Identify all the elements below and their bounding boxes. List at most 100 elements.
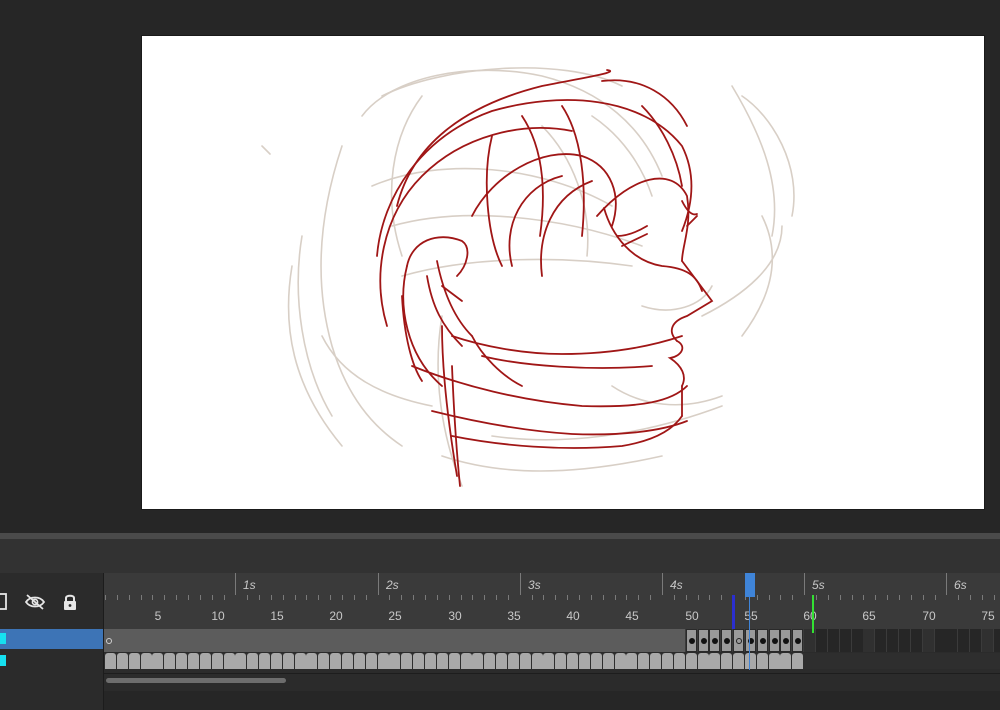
keyframe-cell[interactable]	[567, 653, 578, 669]
keyframe-cell[interactable]	[674, 653, 685, 669]
layer-row-selected[interactable]	[0, 629, 103, 649]
keyframe-cell[interactable]	[212, 653, 223, 669]
keyframe-cell[interactable]	[721, 653, 732, 669]
keyframe-cell[interactable]	[141, 653, 152, 669]
keyframe-cell[interactable]	[615, 653, 626, 669]
keyframe-cell[interactable]	[686, 629, 697, 652]
timeline-ruler[interactable]: 1s2s3s4s5s6s7s51015202530354045505560657…	[104, 573, 1000, 630]
sketch-drawing[interactable]	[142, 36, 984, 509]
keyframe-cell[interactable]	[271, 653, 282, 669]
empty-frame-cell[interactable]	[970, 629, 981, 652]
keyframe-cell[interactable]	[295, 653, 306, 669]
keyframe-cell[interactable]	[780, 629, 791, 652]
keyframe-cell[interactable]	[472, 653, 483, 669]
keyframe-cell[interactable]	[224, 653, 235, 669]
keyframe-cell[interactable]	[449, 653, 460, 669]
keyframe-cell[interactable]	[532, 653, 543, 669]
frames-area[interactable]: 1s2s3s4s5s6s7s51015202530354045505560657…	[104, 573, 1000, 710]
keyframe-cell[interactable]	[757, 653, 768, 669]
keyframe-cell[interactable]	[520, 653, 531, 669]
keyframe-cell[interactable]	[603, 653, 614, 669]
keyframe-cell[interactable]	[769, 629, 780, 652]
keyframe-cell[interactable]	[591, 653, 602, 669]
keyframe-cell[interactable]	[354, 653, 365, 669]
keyframe-cell[interactable]	[745, 629, 756, 652]
frame-span[interactable]	[104, 629, 685, 652]
empty-frame-cell[interactable]	[946, 629, 957, 652]
keyframe-cell[interactable]	[555, 653, 566, 669]
keyframe-cell[interactable]	[769, 653, 780, 669]
playhead[interactable]	[745, 573, 755, 597]
frame-row-layer-2[interactable]	[104, 653, 1000, 669]
keyframe-cell[interactable]	[757, 629, 768, 652]
timeline-scrollbar[interactable]	[104, 673, 1000, 692]
keyframe-cell[interactable]	[247, 653, 258, 669]
keyframe-cell[interactable]	[200, 653, 211, 669]
keyframe-cell[interactable]	[780, 653, 791, 669]
end-frame-marker[interactable]	[812, 595, 814, 633]
keyframe-cell[interactable]	[579, 653, 590, 669]
layer-row[interactable]	[0, 653, 103, 669]
keyframe-cell[interactable]	[318, 653, 329, 669]
keyframe-cell[interactable]	[626, 653, 637, 669]
empty-frame-cell[interactable]	[887, 629, 898, 652]
keyframe-cell[interactable]	[437, 653, 448, 669]
keyframe-cell[interactable]	[188, 653, 199, 669]
empty-frame-cell[interactable]	[828, 629, 839, 652]
keyframe-cell[interactable]	[792, 653, 803, 669]
keyframe-cell[interactable]	[366, 653, 377, 669]
keyframe-cell[interactable]	[117, 653, 128, 669]
keyframe-cell[interactable]	[484, 653, 495, 669]
keyframe-cell[interactable]	[698, 629, 709, 652]
empty-frame-cell[interactable]	[840, 629, 851, 652]
keyframe-cell[interactable]	[496, 653, 507, 669]
keyframe-cell[interactable]	[105, 653, 116, 669]
keyframe-cell[interactable]	[709, 653, 720, 669]
keyframe-cell[interactable]	[152, 653, 163, 669]
empty-frame-cell[interactable]	[911, 629, 922, 652]
empty-frame-cell[interactable]	[816, 629, 827, 652]
empty-frame-cell[interactable]	[875, 629, 886, 652]
keyframe-cell[interactable]	[235, 653, 246, 669]
keyframe-cell[interactable]	[543, 653, 554, 669]
empty-frame-cell[interactable]	[935, 629, 946, 652]
keyframe-cell[interactable]	[389, 653, 400, 669]
keyframe-cell[interactable]	[306, 653, 317, 669]
scrollbar-thumb[interactable]	[106, 678, 286, 683]
keyframe-cell[interactable]	[745, 653, 756, 669]
keyframe-cell[interactable]	[330, 653, 341, 669]
keyframe-cell[interactable]	[686, 653, 697, 669]
empty-frame-cell[interactable]	[899, 629, 910, 652]
keyframe-cell[interactable]	[508, 653, 519, 669]
empty-frame-cell[interactable]	[923, 629, 934, 652]
keyframe-cell[interactable]	[733, 629, 744, 652]
eye-hidden-icon[interactable]	[24, 593, 46, 616]
keyframe-cell[interactable]	[378, 653, 389, 669]
keyframe-cell[interactable]	[283, 653, 294, 669]
keyframe-cell[interactable]	[401, 653, 412, 669]
layer-outline-icon[interactable]	[0, 593, 8, 616]
canvas-stage[interactable]	[142, 36, 984, 509]
keyframe-cell[interactable]	[733, 653, 744, 669]
keyframe-cell[interactable]	[638, 653, 649, 669]
keyframe-cell[interactable]	[259, 653, 270, 669]
keyframe-cell[interactable]	[413, 653, 424, 669]
empty-frame-cell[interactable]	[994, 629, 1000, 652]
keyframe-cell[interactable]	[129, 653, 140, 669]
lock-icon[interactable]	[62, 592, 78, 617]
empty-frame-cell[interactable]	[982, 629, 993, 652]
empty-frame-cell[interactable]	[852, 629, 863, 652]
keyframe-cell[interactable]	[650, 653, 661, 669]
keyframe-cell[interactable]	[721, 629, 732, 652]
empty-keyframe[interactable]	[106, 638, 112, 644]
frame-row-layer-1[interactable]	[104, 629, 1000, 652]
empty-frame-cell[interactable]	[863, 629, 874, 652]
keyframe-cell[interactable]	[709, 629, 720, 652]
keyframe-cell[interactable]	[461, 653, 472, 669]
keyframe-cell[interactable]	[662, 653, 673, 669]
keyframe-cell[interactable]	[425, 653, 436, 669]
keyframe-cell[interactable]	[342, 653, 353, 669]
empty-frame-cell[interactable]	[958, 629, 969, 652]
keyframe-cell[interactable]	[176, 653, 187, 669]
keyframe-cell[interactable]	[698, 653, 709, 669]
